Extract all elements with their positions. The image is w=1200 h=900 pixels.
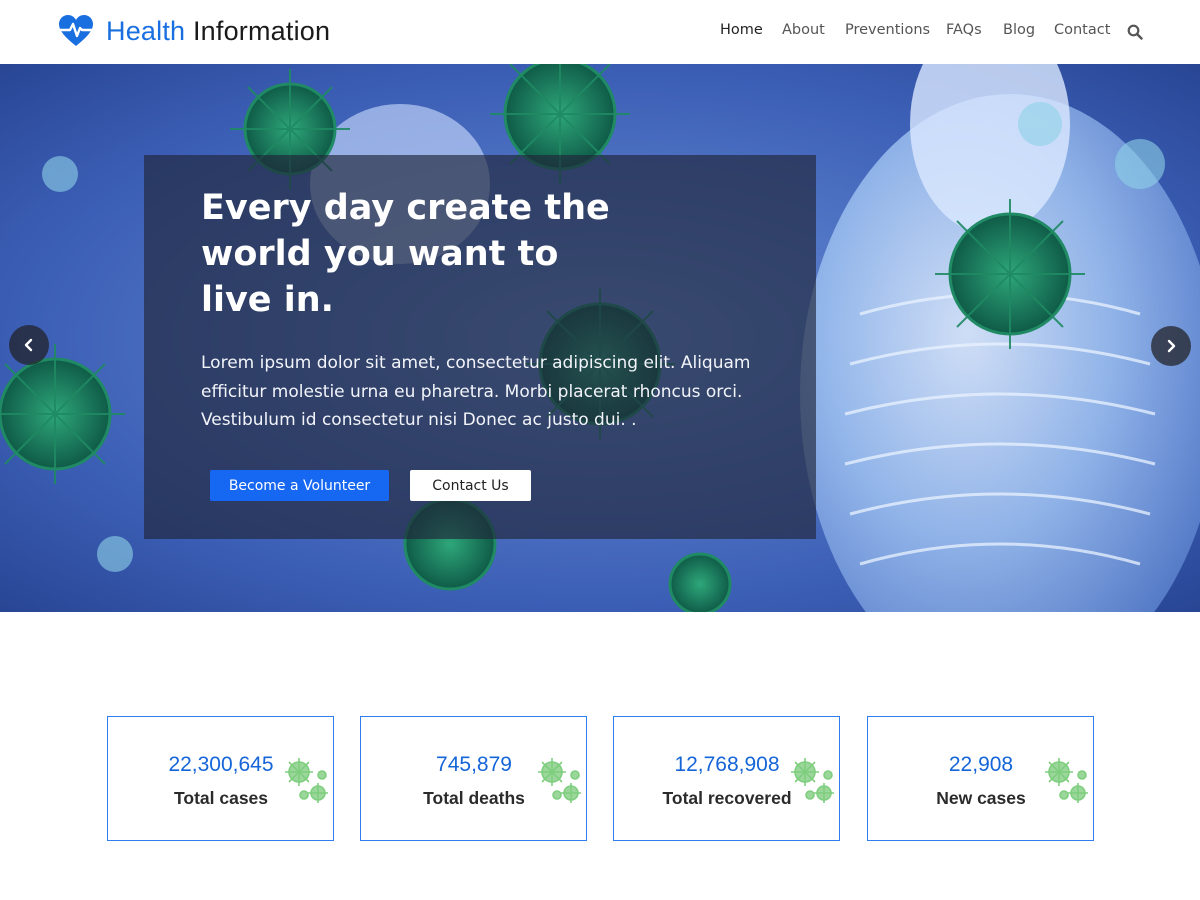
virus-icon [538, 758, 581, 803]
stat-card-total-cases: 22,300,645 Total cases [107, 716, 334, 841]
nav-home[interactable]: Home [720, 22, 763, 38]
site-header: Health Information Home About Prevention… [0, 0, 1200, 64]
stat-card-total-recovered: 12,768,908 Total recovered [613, 716, 840, 841]
become-volunteer-button[interactable]: Become a Volunteer [210, 470, 389, 501]
virus-icon [1045, 758, 1088, 803]
virus-icon [285, 758, 328, 803]
nav-contact[interactable]: Contact [1054, 22, 1110, 38]
slider-next-button[interactable] [1151, 326, 1191, 366]
site-logo[interactable]: Health Information [58, 14, 330, 48]
hero-caption-box: Every day create the world you want to l… [144, 155, 816, 539]
virus-icon [791, 758, 834, 803]
heart-pulse-icon [58, 15, 94, 46]
chevron-left-icon [24, 338, 33, 352]
hero-slider: Every day create the world you want to l… [0, 64, 1200, 612]
site-title: Health Information [106, 16, 330, 47]
hero-description: Lorem ipsum dolor sit amet, consectetur … [201, 353, 751, 430]
site-title-word1: Health [106, 15, 186, 46]
nav-blog[interactable]: Blog [1003, 22, 1035, 38]
site-title-word2: Information [192, 15, 331, 46]
stat-card-new-cases: 22,908 New cases [867, 716, 1094, 841]
contact-us-button[interactable]: Contact Us [410, 470, 531, 501]
hero-title: Every day create the world you want to l… [201, 188, 610, 320]
chevron-right-icon [1167, 339, 1176, 353]
nav-about[interactable]: About [782, 22, 825, 38]
nav-faqs[interactable]: FAQs [946, 22, 982, 38]
stat-card-total-deaths: 745,879 Total deaths [360, 716, 587, 841]
nav-preventions[interactable]: Preventions [845, 22, 930, 38]
slider-prev-button[interactable] [9, 325, 49, 365]
search-icon[interactable] [1127, 24, 1143, 40]
